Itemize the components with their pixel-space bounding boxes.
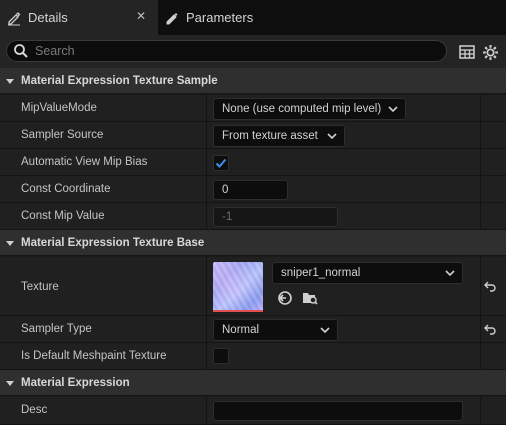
- property-row: Automatic View Mip Bias: [0, 149, 506, 176]
- texture-thumbnail[interactable]: [213, 262, 263, 312]
- search-icon: [13, 43, 29, 59]
- chevron-down-icon: [445, 270, 455, 277]
- property-row: Sampler Type Normal: [0, 316, 506, 343]
- section-material-expression-header[interactable]: Material Expression: [0, 370, 506, 396]
- field-value: 0: [222, 184, 229, 196]
- search-row: [0, 35, 506, 68]
- section-texture-base-header[interactable]: Material Expression Texture Base: [0, 230, 506, 256]
- reset-column-divider: [480, 122, 481, 148]
- tab-details[interactable]: Details ✕: [0, 0, 158, 35]
- section-title: Material Expression Texture Base: [21, 236, 205, 249]
- search-box[interactable]: [6, 40, 447, 62]
- property-row: Const Mip Value -1: [0, 203, 506, 230]
- splitter[interactable]: [206, 397, 207, 424]
- property-label: Const Mip Value: [21, 210, 105, 222]
- reset-column-divider: [480, 397, 481, 424]
- property-label: Texture: [21, 281, 59, 293]
- property-label: MipValueMode: [21, 102, 97, 114]
- is-default-meshpaint-texture-checkbox[interactable]: [213, 348, 229, 364]
- reset-to-default-icon[interactable]: [484, 323, 496, 335]
- property-row: Texture sniper1_normal: [0, 257, 506, 316]
- splitter[interactable]: [206, 257, 207, 315]
- reset-column-divider: [480, 176, 481, 202]
- splitter[interactable]: [206, 343, 207, 369]
- property-row: Is Default Meshpaint Texture: [0, 343, 506, 370]
- splitter[interactable]: [206, 203, 207, 229]
- tab-details-label: Details: [28, 10, 68, 25]
- property-label: Is Default Meshpaint Texture: [21, 350, 167, 362]
- chevron-down-icon: [388, 106, 398, 113]
- use-selected-asset-icon[interactable]: [277, 290, 293, 306]
- sampler-type-dropdown[interactable]: Normal: [213, 319, 338, 341]
- search-input[interactable]: [35, 44, 415, 58]
- reset-column-divider: [480, 149, 481, 175]
- parameters-pencil-icon: [164, 10, 180, 26]
- details-panel: Material Expression Texture Sample MipVa…: [0, 68, 506, 425]
- property-row: Sampler Source From texture asset: [0, 122, 506, 149]
- const-mip-value-input: -1: [213, 207, 338, 227]
- automatic-view-mip-bias-checkbox[interactable]: [213, 155, 229, 171]
- splitter[interactable]: [206, 316, 207, 342]
- collapse-arrow-icon: [5, 238, 15, 248]
- table-view-icon[interactable]: [458, 43, 476, 61]
- chevron-down-icon: [320, 327, 330, 334]
- dropdown-value: From texture asset: [222, 130, 318, 142]
- reset-column-divider: [480, 316, 481, 342]
- tab-bar: Details ✕ Parameters: [0, 0, 506, 35]
- section-title: Material Expression Texture Sample: [21, 74, 218, 87]
- reset-column-divider: [480, 257, 481, 315]
- tab-parameters[interactable]: Parameters: [158, 0, 506, 35]
- splitter[interactable]: [206, 122, 207, 148]
- property-row: Const Coordinate 0: [0, 176, 506, 203]
- texture-type-bar: [213, 310, 263, 312]
- property-label: Desc: [21, 404, 48, 416]
- section-title: Material Expression: [21, 376, 130, 389]
- dropdown-value: sniper1_normal: [281, 267, 361, 279]
- property-label: Sampler Source: [21, 129, 104, 141]
- browse-asset-icon[interactable]: [302, 290, 318, 306]
- reset-column-divider: [480, 95, 481, 121]
- chevron-down-icon: [327, 133, 337, 140]
- reset-to-default-icon[interactable]: [484, 280, 496, 292]
- reset-column-divider: [480, 343, 481, 369]
- collapse-arrow-icon: [5, 76, 15, 86]
- dropdown-value: None (use computed mip level): [222, 103, 382, 115]
- tab-parameters-label: Parameters: [186, 10, 254, 25]
- checkmark-icon: [215, 158, 227, 168]
- details-pencil-icon: [6, 10, 22, 26]
- settings-gear-icon[interactable]: [481, 43, 499, 61]
- reset-column-divider: [480, 203, 481, 229]
- section-texture-sample-header[interactable]: Material Expression Texture Sample: [0, 68, 506, 94]
- property-row: MipValueMode None (use computed mip leve…: [0, 95, 506, 122]
- splitter[interactable]: [206, 176, 207, 202]
- sampler-source-dropdown[interactable]: From texture asset: [213, 125, 345, 147]
- close-icon[interactable]: ✕: [134, 9, 148, 23]
- property-label: Sampler Type: [21, 323, 92, 335]
- splitter[interactable]: [206, 149, 207, 175]
- texture-asset-picker[interactable]: sniper1_normal: [272, 262, 463, 284]
- collapse-arrow-icon: [5, 378, 15, 388]
- desc-input[interactable]: [213, 401, 463, 421]
- const-coordinate-input[interactable]: 0: [213, 180, 288, 200]
- dropdown-value: Normal: [222, 324, 260, 336]
- property-label: Const Coordinate: [21, 183, 111, 195]
- property-row: Desc: [0, 397, 506, 425]
- splitter[interactable]: [206, 95, 207, 121]
- property-label: Automatic View Mip Bias: [21, 156, 148, 168]
- field-value: -1: [222, 211, 233, 223]
- mip-value-mode-dropdown[interactable]: None (use computed mip level): [213, 98, 406, 120]
